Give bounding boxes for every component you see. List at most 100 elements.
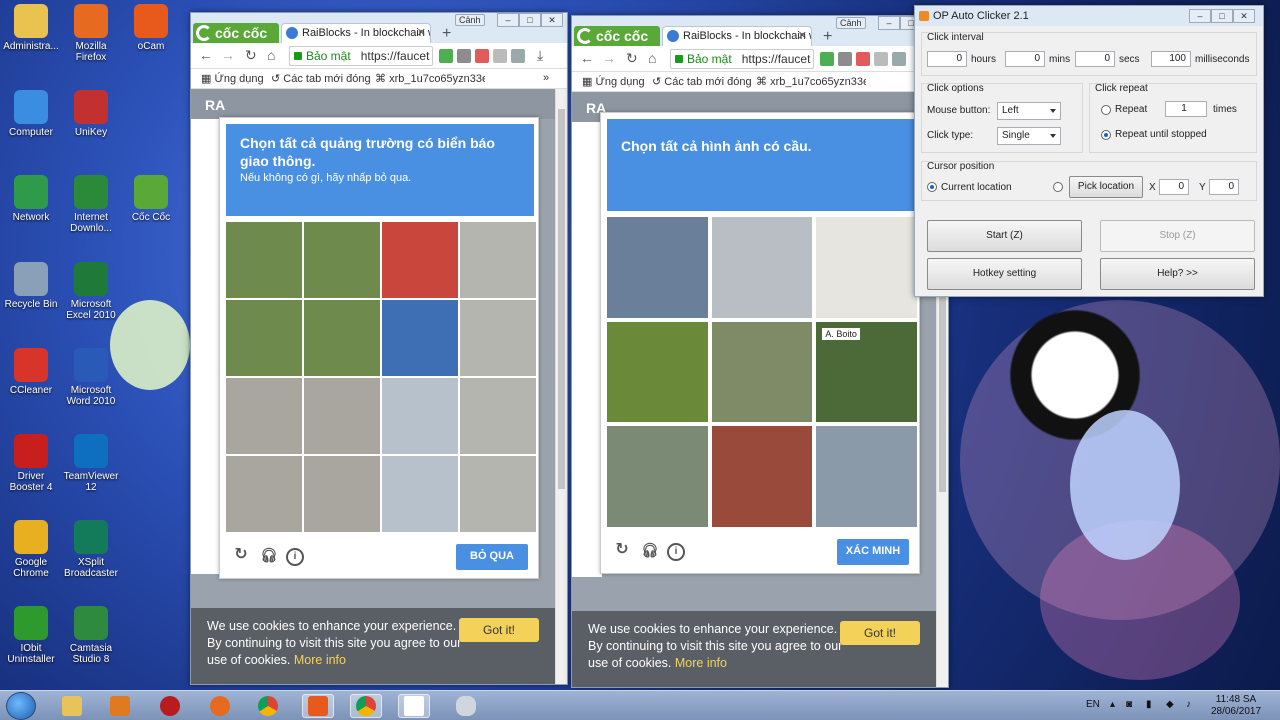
desktop-icon[interactable]: CCleaner xyxy=(0,348,62,396)
mins-input[interactable]: 0 xyxy=(1005,51,1045,67)
close-button[interactable]: ✕ xyxy=(1233,9,1255,23)
new-tab-button[interactable]: + xyxy=(823,28,832,46)
maximize-button[interactable]: □ xyxy=(1211,9,1233,23)
info-icon[interactable]: i xyxy=(667,543,685,561)
close-tab-icon[interactable]: ✕ xyxy=(417,24,426,43)
desktop-icon[interactable]: UniKey xyxy=(60,90,122,138)
scrollbar[interactable] xyxy=(555,89,567,684)
address-bar[interactable]: Bảo mật https://faucet xyxy=(289,46,433,66)
a-extension-icon[interactable] xyxy=(856,52,870,66)
taskbar-ocam-icon[interactable] xyxy=(302,694,334,718)
a-extension-icon[interactable] xyxy=(475,49,489,63)
taskbar-firefox-icon[interactable] xyxy=(204,694,236,718)
current-location-radio[interactable] xyxy=(927,182,937,192)
desktop-icon[interactable]: Network xyxy=(0,175,62,223)
captcha-tile[interactable] xyxy=(711,217,813,318)
download-icon[interactable]: ⤓ xyxy=(537,47,543,64)
home-icon[interactable]: ⌂ xyxy=(267,47,275,63)
back-icon[interactable]: ← xyxy=(199,47,213,63)
desktop-icon[interactable]: IObit Uninstaller xyxy=(0,606,62,665)
captcha-tile[interactable] xyxy=(304,456,380,532)
minimize-button[interactable]: – xyxy=(878,16,900,30)
captcha-tile[interactable] xyxy=(711,426,813,527)
captcha-tile[interactable] xyxy=(304,300,380,376)
taskbar-driver-booster-icon[interactable] xyxy=(154,694,186,718)
star-icon[interactable] xyxy=(493,49,507,63)
captcha-tile[interactable] xyxy=(460,300,536,376)
canh-button[interactable]: Cảnh xyxy=(836,17,866,29)
bookmark-recent-tabs[interactable]: ↺ Các tab mới đóng xyxy=(271,72,371,85)
audio-challenge-icon[interactable]: 🎧︎ xyxy=(260,548,278,566)
repeat-radio[interactable] xyxy=(1101,105,1111,115)
download-arrow-icon[interactable] xyxy=(892,52,906,66)
captcha-tile[interactable] xyxy=(382,300,458,376)
desktop-icon[interactable]: Recycle Bin xyxy=(0,262,62,310)
desktop-icon[interactable]: Google Chrome xyxy=(0,520,62,579)
tab-raiblocks[interactable]: RaiBlocks - In blockchain w ✕ xyxy=(662,26,812,46)
captcha-tile[interactable] xyxy=(226,300,302,376)
captcha-tile[interactable] xyxy=(226,456,302,532)
got-it-button[interactable]: Got it! xyxy=(459,618,539,642)
language-indicator[interactable]: EN xyxy=(1086,699,1100,711)
taskbar-auto-clicker-icon[interactable] xyxy=(450,694,482,718)
download-arrow-icon[interactable] xyxy=(511,49,525,63)
click-type-select[interactable]: Single xyxy=(997,127,1061,145)
skip-button[interactable]: BỎ QUA xyxy=(456,544,528,570)
address-bar[interactable]: Bảo mật https://faucet xyxy=(670,49,814,69)
bookmark-xrb[interactable]: ⌘ xrb_1u7co65yzn33e3 xyxy=(756,75,866,88)
taskbar-coccoc-icon[interactable] xyxy=(350,694,382,718)
captcha-tile[interactable] xyxy=(382,456,458,532)
more-info-link[interactable]: More info xyxy=(294,653,346,667)
tray-network-icon[interactable]: ▮ xyxy=(1146,699,1152,711)
captcha-tile[interactable] xyxy=(460,222,536,298)
bookmark-xrb[interactable]: ⌘ xrb_1u7co65yzn33e3 xyxy=(375,72,485,85)
desktop-icon[interactable]: Computer xyxy=(0,90,62,138)
audio-challenge-icon[interactable]: 🎧︎ xyxy=(641,543,659,561)
star-icon[interactable] xyxy=(874,52,888,66)
tray-overflow-icon[interactable]: ▴ xyxy=(1110,699,1115,711)
minimize-button[interactable]: – xyxy=(497,13,519,27)
captcha-tile[interactable] xyxy=(226,222,302,298)
bookmark-recent-tabs[interactable]: ↺ Các tab mới đóng xyxy=(652,75,752,88)
desktop-icon[interactable]: Camtasia Studio 8 xyxy=(60,606,122,665)
desktop-icon[interactable]: XSplit Broadcaster xyxy=(60,520,122,579)
captcha-tile[interactable]: A. Boito xyxy=(816,321,917,423)
bookmark-apps[interactable]: ▦ Ứng dụng xyxy=(201,72,264,85)
repeat-times-input[interactable]: 1 xyxy=(1165,101,1207,117)
captcha-tile[interactable] xyxy=(460,378,536,454)
desktop-icon[interactable]: Microsoft Word 2010 xyxy=(60,348,122,407)
home-icon[interactable]: ⌂ xyxy=(648,50,656,66)
captcha-tile[interactable] xyxy=(816,217,917,318)
close-button[interactable]: ✕ xyxy=(541,13,563,27)
repeat-until-stopped-radio[interactable] xyxy=(1101,130,1111,140)
desktop-icon[interactable]: Administra... xyxy=(0,4,62,52)
desktop-icon[interactable]: Microsoft Excel 2010 xyxy=(60,262,122,321)
desktop-icon[interactable]: oCam xyxy=(120,4,182,52)
cart-extension-icon[interactable] xyxy=(820,52,834,66)
maximize-button[interactable]: □ xyxy=(519,13,541,27)
forward-icon[interactable]: → xyxy=(602,50,616,66)
new-tab-button[interactable]: + xyxy=(442,25,451,43)
stop-button[interactable]: Stop (Z) xyxy=(1100,220,1255,252)
info-icon[interactable]: i xyxy=(286,548,304,566)
reload-challenge-icon[interactable]: ↻ xyxy=(232,547,250,566)
more-info-link[interactable]: More info xyxy=(675,656,727,670)
pick-location-button[interactable]: Pick location xyxy=(1069,176,1143,198)
mouse-button-select[interactable]: Left xyxy=(997,102,1061,120)
back-icon[interactable]: ← xyxy=(580,50,594,66)
captcha-tile[interactable] xyxy=(226,378,302,454)
milliseconds-input[interactable]: 100 xyxy=(1151,51,1191,67)
clock[interactable]: 11:48 SA 28/06/2017 xyxy=(1206,694,1266,718)
hotkey-setting-button[interactable]: Hotkey setting xyxy=(927,258,1082,290)
help-button[interactable]: Help? >> xyxy=(1100,258,1255,290)
taskbar-notepad-icon[interactable] xyxy=(398,694,430,718)
hours-input[interactable]: 0 xyxy=(927,51,967,67)
desktop-icon[interactable]: Cốc Cốc xyxy=(120,175,182,223)
y-input[interactable]: 0 xyxy=(1209,179,1239,195)
desktop-icon[interactable]: Internet Downlo... xyxy=(60,175,122,234)
desktop-icon[interactable]: Driver Booster 4 xyxy=(0,434,62,493)
translate-extension-icon[interactable] xyxy=(838,52,852,66)
captcha-tile[interactable] xyxy=(382,222,458,298)
reload-icon[interactable]: ↻ xyxy=(245,47,257,64)
taskbar-media-icon[interactable] xyxy=(104,694,136,718)
